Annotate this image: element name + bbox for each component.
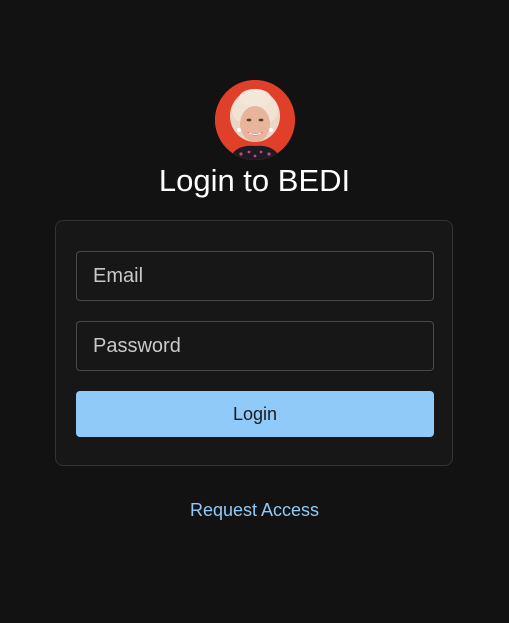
avatar [215,80,295,160]
login-card: Login [55,220,453,466]
email-field[interactable] [76,251,434,301]
login-button[interactable]: Login [76,391,434,437]
password-field[interactable] [76,321,434,371]
page-title: Login to BEDI [158,163,351,198]
avatar-photo-icon [215,80,295,160]
request-access-link[interactable]: Request Access [0,498,509,522]
